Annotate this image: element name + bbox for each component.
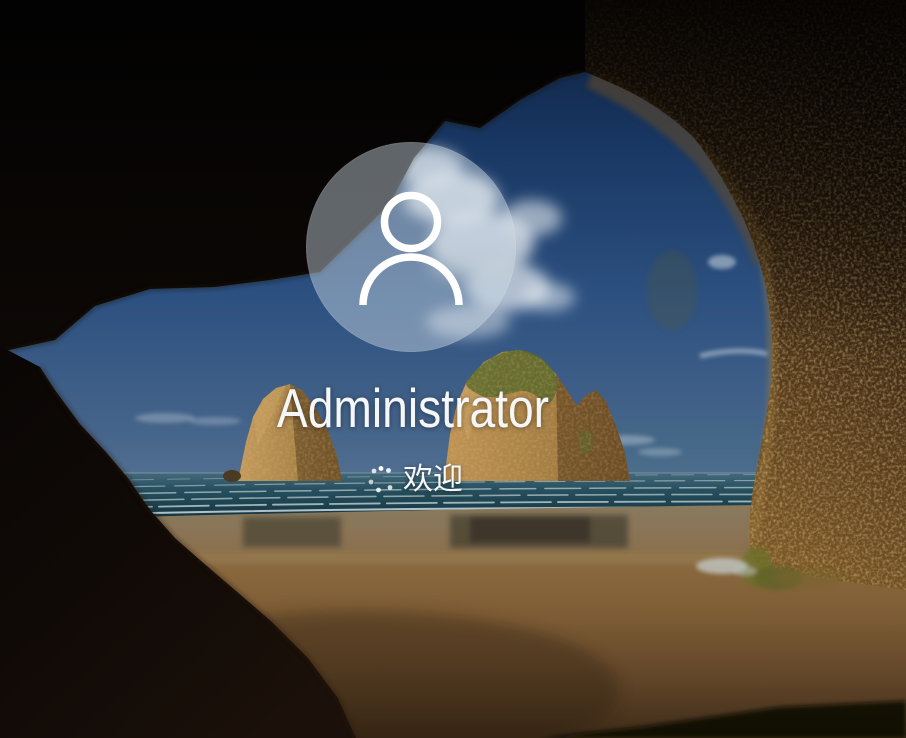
sign-in-screen: Administrator 欢迎: [0, 0, 906, 738]
loading-spinner-icon: [363, 461, 397, 495]
welcome-text: 欢迎: [403, 463, 463, 497]
person-silhouette-icon: [306, 142, 516, 352]
wallpaper-beach-cave: [0, 0, 906, 738]
username-label: Administrator: [66, 381, 760, 439]
user-avatar[interactable]: [306, 142, 516, 352]
